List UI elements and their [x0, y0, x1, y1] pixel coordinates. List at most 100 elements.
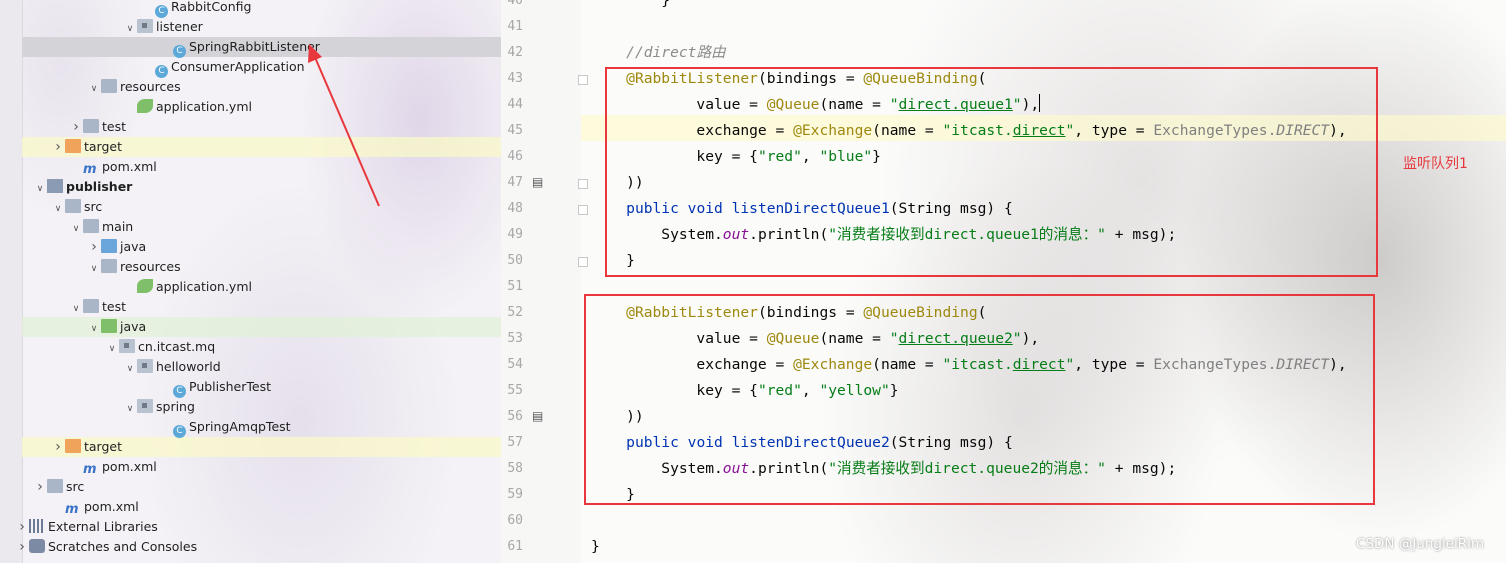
line-number: 55: [507, 383, 523, 398]
tree-item[interactable]: ∨ main: [69, 217, 133, 237]
chevron-down-icon[interactable]: ∨: [69, 219, 83, 239]
tree-item[interactable]: › test: [69, 117, 126, 137]
line-number: 43: [507, 71, 523, 86]
line-number: 41: [507, 19, 523, 34]
class-icon: C: [173, 425, 186, 438]
tree-item-label: pom.xml: [102, 459, 157, 474]
code-token: }: [591, 538, 600, 555]
maven-icon: m: [83, 462, 97, 477]
fold-marker-icon[interactable]: [578, 179, 588, 189]
fold-marker-icon[interactable]: [578, 75, 588, 85]
watermark: CSDN @JungleiRim: [1356, 536, 1485, 552]
tree-item[interactable]: ∨ resources: [87, 77, 181, 97]
tree-item-label: SpringAmqpTest: [189, 419, 291, 434]
tree-item[interactable]: › java: [87, 237, 146, 257]
tree-item-label: java: [120, 319, 147, 334]
chevron-right-icon[interactable]: ›: [51, 437, 65, 457]
chevron-down-icon[interactable]: ∨: [87, 259, 101, 279]
tree-item[interactable]: ∨ src: [51, 197, 102, 217]
chevron-down-icon[interactable]: ∨: [123, 359, 137, 379]
gutter-run-icon[interactable]: ▤: [532, 409, 543, 423]
chevron-down-icon[interactable]: ∨: [69, 299, 83, 319]
code-line[interactable]: }: [591, 0, 670, 14]
chevron-right-icon[interactable]: ›: [15, 537, 29, 557]
tree-item[interactable]: › src: [33, 477, 84, 497]
tree-item-label: src: [66, 479, 85, 494]
fold-marker-icon[interactable]: [578, 205, 588, 215]
tree-item[interactable]: C SpringAmqpTest: [159, 417, 291, 438]
line-number: 57: [507, 435, 523, 450]
tree-item-label: src: [84, 199, 103, 214]
chevron-right-icon[interactable]: ›: [15, 517, 29, 537]
line-number: 60: [507, 513, 523, 528]
tree-item-label: cn.itcast.mq: [138, 339, 216, 354]
tree-item-label: java: [120, 239, 147, 254]
tree-item-label: resources: [120, 259, 181, 274]
resources-folder-icon: [101, 79, 117, 93]
tree-item[interactable]: C PublisherTest: [159, 377, 271, 398]
tree-item[interactable]: C ConsumerApplication: [141, 57, 305, 78]
tree-item[interactable]: m pom.xml: [69, 157, 157, 177]
chevron-down-icon[interactable]: ∨: [123, 19, 137, 39]
gutter-run-icon[interactable]: ▤: [532, 175, 543, 189]
tree-item[interactable]: ∨ spring: [123, 397, 195, 417]
line-number: 45: [507, 123, 523, 138]
package-icon: [137, 399, 153, 413]
tree-item[interactable]: application.yml: [123, 277, 252, 297]
tree-item-label: publisher: [66, 179, 133, 194]
tree-item[interactable]: ∨ listener: [123, 17, 203, 37]
tree-item-label: ConsumerApplication: [171, 59, 305, 74]
annotation-box-queue1: [605, 67, 1378, 277]
line-number: 54: [507, 357, 523, 372]
tree-item[interactable]: ∨ test: [69, 297, 126, 317]
tree-item[interactable]: ∨ publisher: [33, 177, 132, 197]
code-token: //direct: [626, 44, 697, 61]
chevron-down-icon[interactable]: ∨: [33, 179, 47, 199]
tree-item-label: pom.xml: [102, 159, 157, 174]
tree-item[interactable]: › External Libraries: [15, 517, 158, 537]
yaml-file-icon: [137, 99, 153, 113]
tree-item-label: target: [84, 139, 123, 154]
chevron-down-icon[interactable]: ∨: [87, 79, 101, 99]
line-number: 47: [507, 175, 523, 190]
chevron-right-icon[interactable]: ›: [69, 117, 83, 137]
tree-item[interactable]: m pom.xml: [69, 457, 157, 477]
tree-item[interactable]: ∨ cn.itcast.mq: [105, 337, 215, 357]
chevron-down-icon[interactable]: ∨: [51, 199, 65, 219]
tree-item-label: listener: [156, 19, 203, 34]
tree-item[interactable]: ∨ resources: [87, 257, 181, 277]
package-icon: [137, 359, 153, 373]
tree-item[interactable]: ∨ helloworld: [123, 357, 221, 377]
tree-item-label: pom.xml: [84, 499, 139, 514]
chevron-down-icon[interactable]: ∨: [87, 319, 101, 339]
line-number: 59: [507, 487, 523, 502]
folder-icon: [47, 479, 63, 493]
line-number: 46: [507, 149, 523, 164]
tree-item[interactable]: › Scratches and Consoles: [15, 537, 197, 557]
tree-item[interactable]: › target: [51, 137, 122, 157]
chevron-right-icon[interactable]: ›: [33, 477, 47, 497]
tree-item[interactable]: C SpringRabbitListener: [159, 37, 320, 58]
line-number: 49: [507, 227, 523, 242]
tree-item-label: External Libraries: [48, 519, 158, 534]
line-number: 56: [507, 409, 523, 424]
tree-item-label: SpringRabbitListener: [189, 39, 320, 54]
tree-item[interactable]: ∨ java: [87, 317, 146, 337]
tree-item[interactable]: application.yml: [123, 97, 252, 117]
fold-marker-icon[interactable]: [578, 257, 588, 267]
excluded-folder-icon: [65, 139, 81, 153]
code-line[interactable]: }: [591, 534, 600, 560]
chevron-right-icon[interactable]: ›: [51, 137, 65, 157]
chevron-down-icon[interactable]: ∨: [105, 339, 119, 359]
tree-item[interactable]: › target: [51, 437, 122, 457]
line-number: 44: [507, 97, 523, 112]
tree-item[interactable]: C RabbitConfig: [141, 0, 251, 18]
tree-item[interactable]: m pom.xml: [51, 497, 139, 517]
code-line[interactable]: //direct路由: [591, 40, 726, 66]
tree-item-label: main: [102, 219, 134, 234]
chevron-right-icon[interactable]: ›: [87, 237, 101, 257]
tree-item-label: spring: [156, 399, 195, 414]
chevron-down-icon[interactable]: ∨: [123, 399, 137, 419]
maven-icon: m: [83, 162, 97, 177]
